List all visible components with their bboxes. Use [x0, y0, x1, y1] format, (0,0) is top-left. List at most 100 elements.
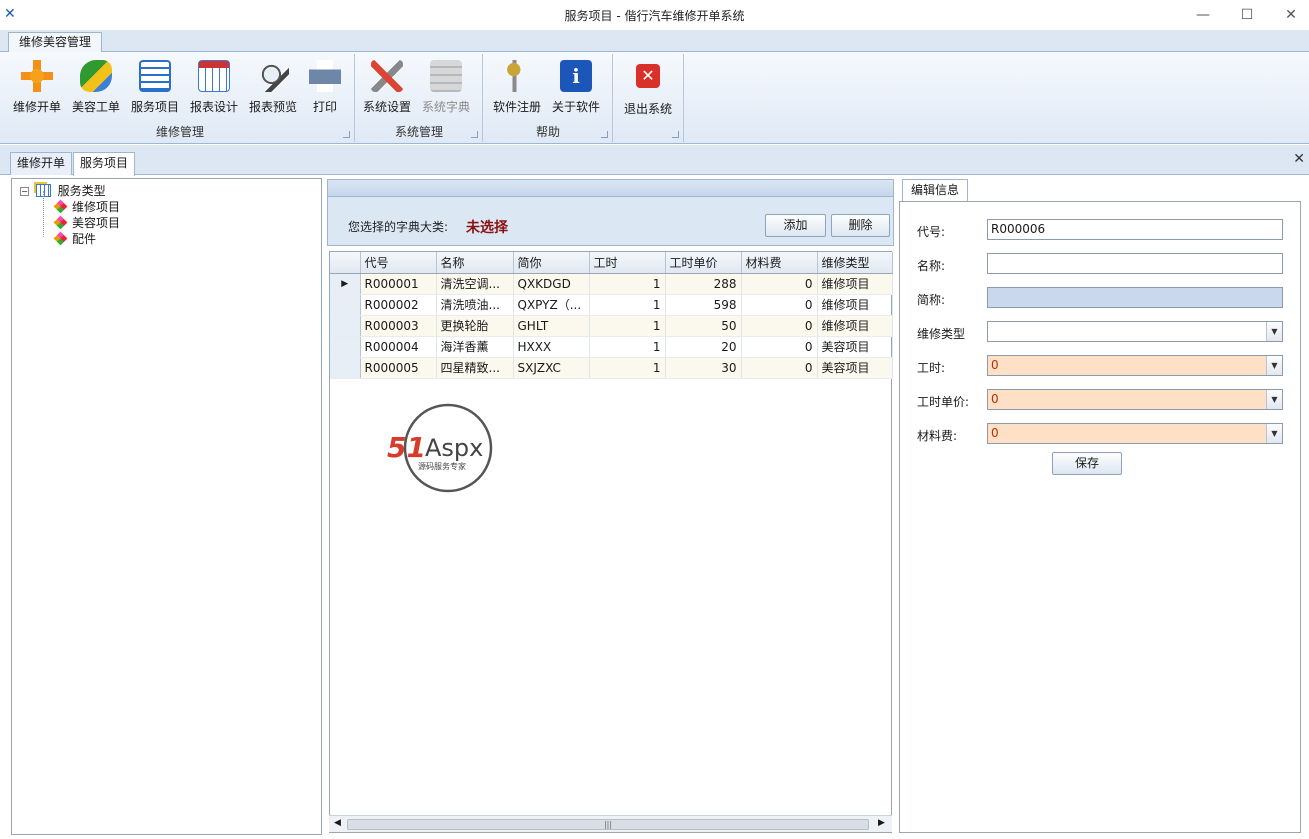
cell-hours[interactable]: 1 — [589, 294, 666, 316]
cell-hours[interactable]: 1 — [589, 273, 666, 295]
table-row[interactable]: R000002 清洗喷油... QXPYZ（... 1 598 0 维修项目 — [330, 294, 893, 316]
table-row[interactable]: ▶ R000001 清洗空调... QXKDGD 1 288 0 维修项目 — [330, 273, 893, 295]
column-header[interactable]: 工时 — [589, 252, 666, 274]
cell-rate[interactable]: 288 — [665, 273, 742, 295]
cell-abbr[interactable]: QXKDGD — [513, 273, 590, 295]
table-row[interactable]: R000005 四星精致... SXJZXC 1 30 0 美容项目 — [330, 357, 893, 379]
cell-hours[interactable]: 1 — [589, 336, 666, 358]
maximize-button[interactable]: ☐ — [1232, 4, 1262, 26]
cell-material[interactable]: 0 — [741, 294, 818, 316]
cell-rate[interactable]: 30 — [665, 357, 742, 379]
column-header[interactable]: 代号 — [360, 252, 437, 274]
column-header[interactable]: 材料费 — [741, 252, 818, 274]
ribbon-group-system: 系统设置 系统字典 系统管理 — [356, 54, 483, 142]
close-tab-icon[interactable]: ✕ — [1293, 151, 1305, 167]
group-expand-icon[interactable] — [601, 131, 608, 138]
cell-type[interactable]: 维修项目 — [817, 294, 893, 316]
code-field[interactable]: R000006 — [987, 219, 1283, 240]
group-expand-icon[interactable] — [471, 131, 478, 138]
cell-code[interactable]: R000001 — [360, 273, 437, 295]
cell-name[interactable]: 清洗喷油... — [436, 294, 514, 316]
cell-code[interactable]: R000005 — [360, 357, 437, 379]
column-header[interactable]: 简你 — [513, 252, 590, 274]
cell-name[interactable]: 四星精致... — [436, 357, 514, 379]
cell-code[interactable]: R000003 — [360, 315, 437, 337]
repair-order-button[interactable]: 维修开单 — [8, 58, 66, 118]
cell-abbr[interactable]: QXPYZ（... — [513, 294, 590, 316]
cell-rate[interactable]: 50 — [665, 315, 742, 337]
system-settings-button[interactable]: 系统设置 — [358, 58, 416, 118]
tab-service-items[interactable]: 服务项目 — [73, 152, 136, 176]
horizontal-scrollbar[interactable]: ◀ ||| ▶ — [329, 815, 892, 832]
diamond-icon — [53, 199, 68, 214]
cell-type[interactable]: 维修项目 — [817, 273, 893, 295]
tree-item-parts[interactable]: 配件 — [53, 230, 96, 247]
material-fee-stepper[interactable]: 0 ▼ — [987, 423, 1283, 444]
table-row[interactable]: R000003 更换轮胎 GHLT 1 50 0 维修项目 — [330, 315, 893, 337]
exit-system-button[interactable]: ✕ 退出系统 — [619, 58, 677, 118]
chevron-down-icon[interactable]: ▼ — [1266, 322, 1282, 341]
scroll-thumb[interactable]: ||| — [347, 819, 869, 830]
hour-rate-stepper[interactable]: 0 ▼ — [987, 389, 1283, 410]
cell-name[interactable]: 更换轮胎 — [436, 315, 514, 337]
cell-code[interactable]: R000004 — [360, 336, 437, 358]
close-window-button[interactable]: ✕ — [1276, 4, 1306, 26]
tab-edit-info[interactable]: 编辑信息 — [902, 179, 969, 202]
cell-type[interactable]: 美容项目 — [817, 357, 893, 379]
tree-item-beauty[interactable]: 美容项目 — [53, 214, 120, 231]
name-field[interactable] — [987, 253, 1283, 274]
row-indicator — [330, 315, 361, 337]
cell-abbr[interactable]: HXXX — [513, 336, 590, 358]
report-preview-button[interactable]: 报表预览 — [244, 58, 302, 118]
cell-hours[interactable]: 1 — [589, 315, 666, 337]
cell-hours[interactable]: 1 — [589, 357, 666, 379]
panel-header — [327, 179, 894, 197]
watermark-logo: 51 Aspx 源码服务专家 — [387, 403, 493, 493]
tree-root[interactable]: − 服务类型 — [20, 182, 106, 199]
chevron-down-icon[interactable]: ▼ — [1266, 356, 1282, 375]
minimize-button[interactable]: — — [1188, 4, 1218, 26]
cell-abbr[interactable]: GHLT — [513, 315, 590, 337]
cell-name[interactable]: 清洗空调... — [436, 273, 514, 295]
row-indicator — [330, 357, 361, 379]
report-design-button[interactable]: 报表设计 — [185, 58, 243, 118]
tree-item-repair[interactable]: 维修项目 — [53, 198, 120, 215]
collapse-icon[interactable]: − — [20, 187, 29, 196]
table-row[interactable]: R000004 海洋香薰 HXXX 1 20 0 美容项目 — [330, 336, 893, 358]
cell-rate[interactable]: 598 — [665, 294, 742, 316]
chevron-down-icon[interactable]: ▼ — [1266, 390, 1282, 409]
print-button[interactable]: 打印 — [296, 58, 354, 118]
group-expand-icon[interactable] — [343, 131, 350, 138]
column-header[interactable]: 名称 — [436, 252, 514, 274]
beauty-order-button[interactable]: 美容工单 — [67, 58, 125, 118]
column-header[interactable]: 工时单价 — [665, 252, 742, 274]
cell-material[interactable]: 0 — [741, 357, 818, 379]
cell-material[interactable]: 0 — [741, 315, 818, 337]
save-button[interactable]: 保存 — [1052, 452, 1122, 475]
column-header[interactable]: 维修类型 — [817, 252, 893, 274]
cell-abbr[interactable]: SXJZXC — [513, 357, 590, 379]
add-button[interactable]: 添加 — [765, 214, 826, 237]
tab-repair-order[interactable]: 维修开单 — [10, 152, 73, 175]
chevron-down-icon[interactable]: ▼ — [1266, 424, 1282, 443]
cell-material[interactable]: 0 — [741, 336, 818, 358]
service-items-button[interactable]: 服务项目 — [126, 58, 184, 118]
software-register-button[interactable]: 软件注册 — [488, 58, 546, 118]
ribbon-tab-maintenance[interactable]: 维修美容管理 — [8, 32, 103, 53]
service-items-grid[interactable]: 代号 名称 简你 工时 工时单价 材料费 维修类型 ▶ R000001 清洗空调… — [329, 251, 893, 833]
cell-name[interactable]: 海洋香薰 — [436, 336, 514, 358]
cell-code[interactable]: R000002 — [360, 294, 437, 316]
repair-type-select[interactable]: ▼ — [987, 321, 1283, 342]
hours-stepper[interactable]: 0 ▼ — [987, 355, 1283, 376]
scroll-right-icon[interactable]: ▶ — [878, 818, 885, 828]
group-expand-icon[interactable] — [672, 131, 679, 138]
cell-type[interactable]: 维修项目 — [817, 315, 893, 337]
delete-button[interactable]: 删除 — [831, 214, 890, 237]
category-tree[interactable]: − 服务类型 维修项目 美容项目 配件 — [11, 178, 322, 835]
cell-type[interactable]: 美容项目 — [817, 336, 893, 358]
cell-material[interactable]: 0 — [741, 273, 818, 295]
system-dictionary-button[interactable]: 系统字典 — [417, 58, 475, 118]
scroll-left-icon[interactable]: ◀ — [334, 818, 341, 828]
about-software-button[interactable]: i 关于软件 — [547, 58, 605, 118]
cell-rate[interactable]: 20 — [665, 336, 742, 358]
